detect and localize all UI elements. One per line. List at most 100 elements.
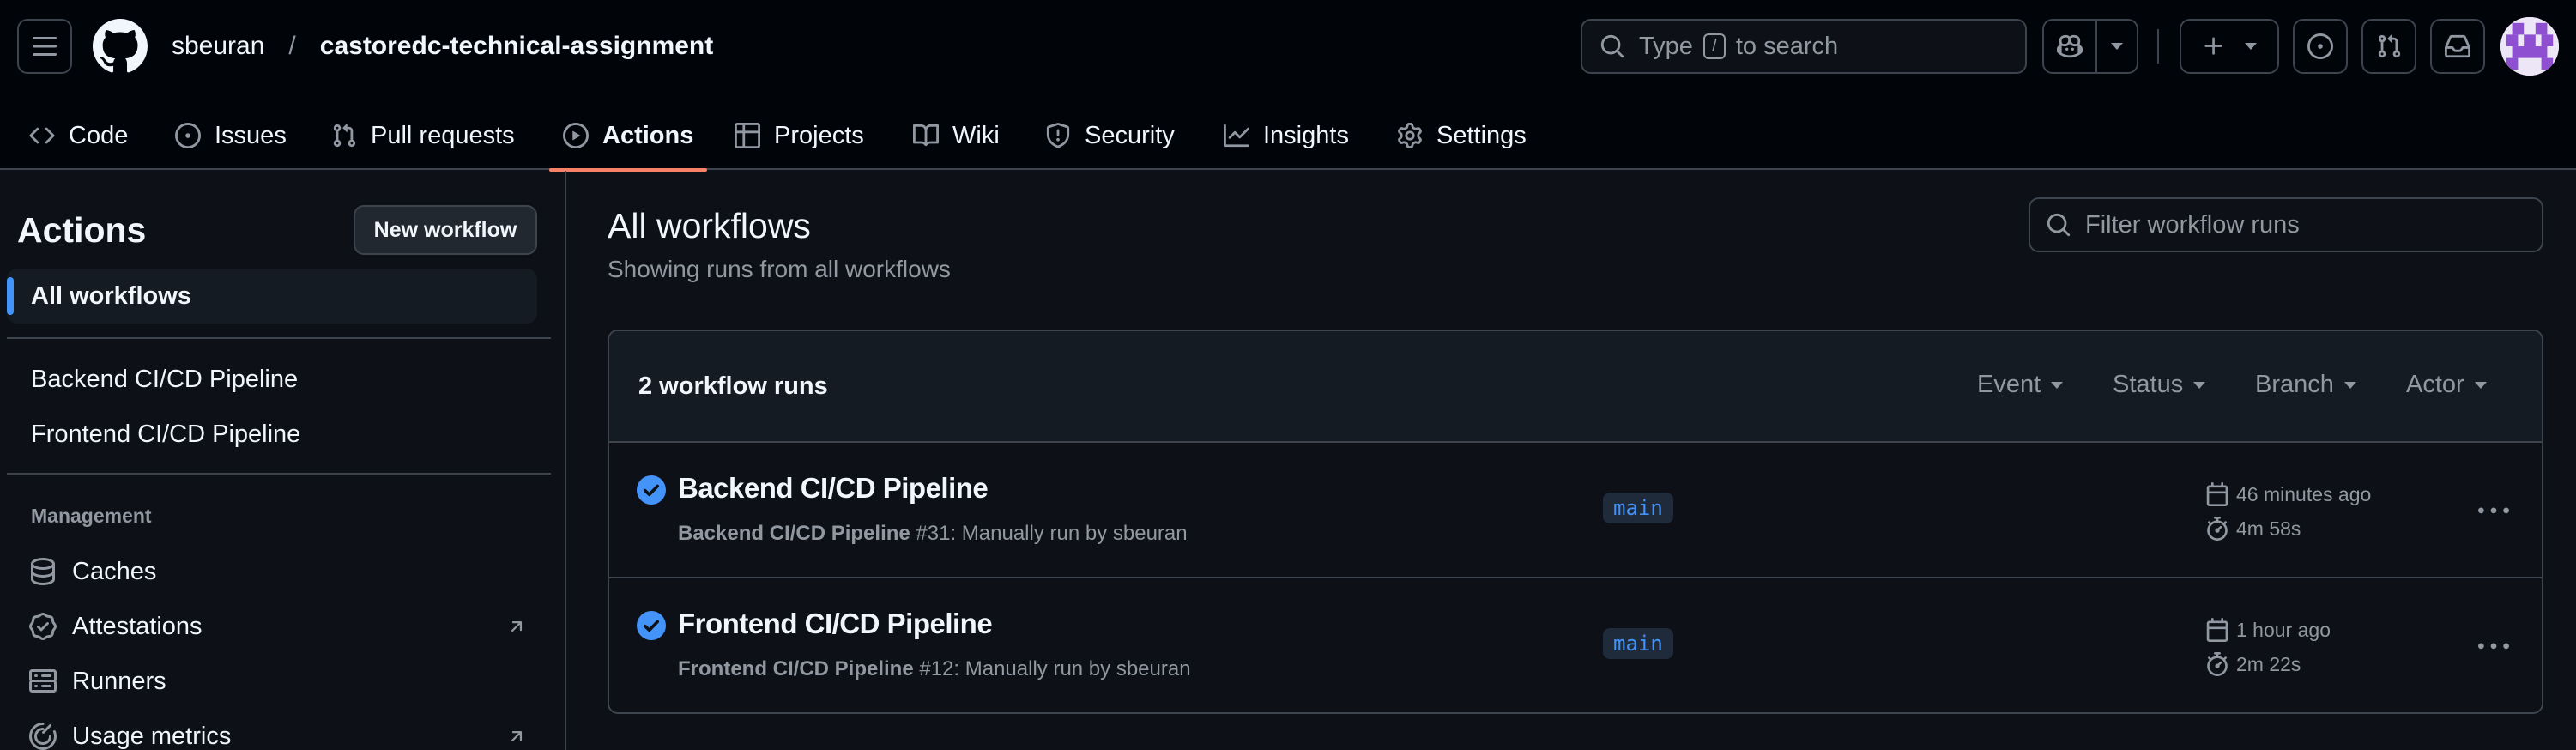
run-workflow-name: Frontend CI/CD Pipeline xyxy=(678,657,914,680)
event-filter-dropdown[interactable]: Event xyxy=(1977,371,2064,399)
chevron-down-icon xyxy=(2193,381,2206,389)
repo-owner-link[interactable]: sbeuran xyxy=(172,32,264,61)
database-icon xyxy=(31,558,55,585)
graph-icon xyxy=(1224,124,1249,148)
tab-label: Projects xyxy=(774,121,864,149)
breadcrumb-separator: / xyxy=(288,32,296,60)
stopwatch-icon xyxy=(2207,652,2228,676)
sidebar-item-runners[interactable]: Runners xyxy=(29,658,527,705)
sidebar-title: Actions xyxy=(17,210,147,250)
tab-insights[interactable]: Insights xyxy=(1224,103,1349,168)
run-title-link[interactable]: Frontend CI/CD Pipeline xyxy=(678,608,993,640)
sidebar-item-label: Runners xyxy=(72,667,166,695)
run-timing: 46 minutes ago 4m 58s xyxy=(2205,477,2371,546)
filter-label: Actor xyxy=(2406,371,2464,398)
open-menu-button[interactable] xyxy=(17,19,72,74)
tab-label: Code xyxy=(69,121,129,149)
arrow-up-right-icon xyxy=(511,731,523,742)
tab-label: Wiki xyxy=(952,121,1000,149)
status-filter-dropdown[interactable]: Status xyxy=(2113,371,2206,399)
run-started: 1 hour ago xyxy=(2236,618,2331,641)
inbox-icon xyxy=(2445,34,2470,58)
create-new-button[interactable] xyxy=(2180,19,2279,74)
git-pull-request-icon xyxy=(2378,34,2401,58)
tab-settings[interactable]: Settings xyxy=(1397,103,1527,168)
sidebar-item-usage-metrics[interactable]: Usage metrics xyxy=(29,713,527,750)
run-duration: 2m 22s xyxy=(2236,652,2301,675)
arrow-up-right-icon xyxy=(511,621,523,632)
sidebar-item-label: Usage metrics xyxy=(72,722,232,750)
tab-security[interactable]: Security xyxy=(1045,103,1175,168)
sidebar-item-frontend-workflow[interactable]: Frontend CI/CD Pipeline xyxy=(31,411,300,457)
tab-pull-requests[interactable]: Pull requests xyxy=(331,103,515,168)
page-subtitle: Showing runs from all workflows xyxy=(608,256,951,282)
active-tab-indicator xyxy=(549,168,707,172)
actor-filter-dropdown[interactable]: Actor xyxy=(2406,371,2487,399)
branch-label[interactable]: main xyxy=(1603,493,1673,523)
filter-label: Branch xyxy=(2255,371,2334,398)
sidebar-item-all-workflows[interactable]: All workflows xyxy=(7,269,537,324)
copilot-button-group xyxy=(2042,19,2138,74)
notifications-button[interactable] xyxy=(2430,19,2485,74)
run-info: #12: Manually run by sbeuran xyxy=(913,657,1191,680)
copilot-dropdown-button[interactable] xyxy=(2097,21,2137,72)
actions-sidebar: Actions New workflow All workflows Backe… xyxy=(0,171,566,750)
run-title-link[interactable]: Backend CI/CD Pipeline xyxy=(678,472,989,505)
runs-count: 2 workflow runs xyxy=(638,372,828,400)
repo-name-link[interactable]: castoredc-technical-assignment xyxy=(320,32,713,61)
check-circle-fill-icon xyxy=(637,611,666,640)
book-icon xyxy=(913,124,939,147)
run-workflow-name: Backend CI/CD Pipeline xyxy=(678,522,910,545)
search-icon xyxy=(1600,34,1624,58)
new-workflow-button[interactable]: New workflow xyxy=(354,205,537,255)
chevron-down-icon xyxy=(2474,381,2487,389)
branch-filter-dropdown[interactable]: Branch xyxy=(2255,371,2356,399)
branch-label[interactable]: main xyxy=(1603,628,1673,659)
runs-list-header: 2 workflow runs Event Status Branch Acto… xyxy=(609,331,2542,443)
tab-label: Settings xyxy=(1436,121,1527,149)
calendar-icon xyxy=(2206,482,2228,506)
github-logo-icon[interactable] xyxy=(93,19,148,74)
gear-icon xyxy=(1398,123,1422,148)
run-info: #31: Manually run by sbeuran xyxy=(910,522,1188,545)
kebab-horizontal-icon[interactable] xyxy=(2478,496,2509,527)
sidebar-divider xyxy=(7,337,551,339)
search-suffix: to search xyxy=(1735,32,1839,60)
user-avatar[interactable] xyxy=(2500,17,2559,76)
sidebar-item-attestations[interactable]: Attestations xyxy=(29,603,527,650)
tab-actions[interactable]: Actions xyxy=(563,103,693,168)
management-heading: Management xyxy=(31,505,152,527)
tab-issues[interactable]: Issues xyxy=(175,103,287,168)
tab-code[interactable]: Code xyxy=(29,103,128,168)
global-search-input[interactable]: Type / to search xyxy=(1581,19,2027,74)
run-meta: Backend CI/CD Pipeline #31: Manually run… xyxy=(678,522,1188,546)
copilot-button[interactable] xyxy=(2044,21,2097,72)
repo-navigation: Code Issues Pull requests Actions Projec… xyxy=(0,103,1630,172)
run-duration: 4m 58s xyxy=(2236,517,2301,540)
your-issues-button[interactable] xyxy=(2293,19,2348,74)
sidebar-item-backend-workflow[interactable]: Backend CI/CD Pipeline xyxy=(31,356,298,402)
sidebar-item-caches[interactable]: Caches xyxy=(29,548,527,595)
filter-workflow-runs-input[interactable]: Filter workflow runs xyxy=(2029,197,2543,252)
code-icon xyxy=(29,127,55,144)
git-pull-request-icon xyxy=(333,124,356,148)
tab-projects[interactable]: Projects xyxy=(735,103,864,168)
calendar-icon xyxy=(2206,618,2228,642)
tab-wiki[interactable]: Wiki xyxy=(913,103,1000,168)
issue-opened-icon xyxy=(2307,33,2333,59)
chevron-down-icon xyxy=(2245,43,2257,50)
kebab-horizontal-icon[interactable] xyxy=(2478,632,2509,662)
tab-label: Security xyxy=(1085,121,1175,149)
your-pull-requests-button[interactable] xyxy=(2361,19,2416,74)
breadcrumb: sbeuran / castoredc-technical-assignment xyxy=(172,27,713,65)
plus-icon xyxy=(2204,37,2222,55)
chevron-down-icon xyxy=(2111,43,2123,50)
stopwatch-icon xyxy=(2207,517,2228,541)
verified-icon xyxy=(29,613,57,640)
chevron-down-icon xyxy=(2343,381,2356,389)
check-circle-fill-icon xyxy=(637,475,666,505)
hamburger-icon xyxy=(33,37,57,56)
run-started: 46 minutes ago xyxy=(2236,482,2372,505)
header-divider xyxy=(2157,29,2159,64)
table-icon xyxy=(735,123,760,148)
